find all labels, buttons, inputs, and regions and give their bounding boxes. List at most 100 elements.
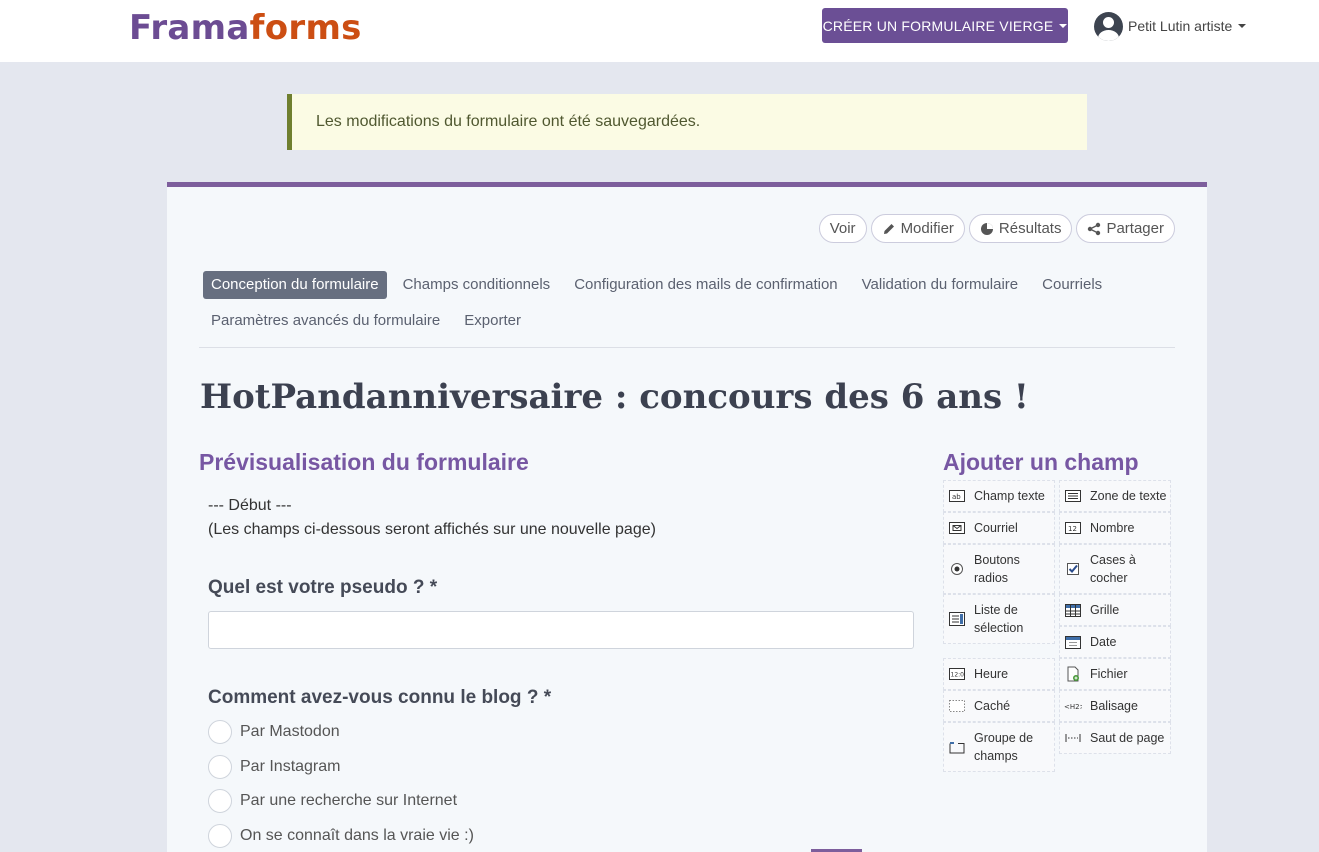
palette-select[interactable]: Liste de sélection <box>943 594 1055 644</box>
logo-part-frama: Frama <box>129 8 250 48</box>
question-source-label: Comment avez-vous connu le blog ? * <box>208 687 552 708</box>
fieldset-icon <box>948 740 966 754</box>
grid-icon <box>1064 603 1082 617</box>
edit-button[interactable]: Modifier <box>870 214 965 243</box>
palette-label: Liste de <box>974 603 1018 617</box>
palette-markup[interactable]: <H2> Balisage <box>1059 690 1171 722</box>
radio-circle-icon[interactable] <box>208 754 232 779</box>
svg-text:12:0: 12:0 <box>951 672 965 679</box>
palette-label: champs <box>974 749 1018 763</box>
tab-form-validation[interactable]: Validation du formulaire <box>854 271 1026 299</box>
tab-conditional-fields[interactable]: Champs conditionnels <box>395 271 559 299</box>
svg-text:ab: ab <box>952 493 961 501</box>
share-icon <box>1088 222 1101 235</box>
add-field-section-title: Ajouter un champ <box>943 449 1139 475</box>
palette-date[interactable]: Date <box>1059 626 1171 658</box>
palette-label: Cases à <box>1090 553 1136 567</box>
tab-advanced-settings[interactable]: Paramètres avancés du formulaire <box>203 307 448 335</box>
radio-option[interactable]: On se connaît dans la vraie vie :) <box>208 823 474 848</box>
radio-circle-icon[interactable] <box>208 720 232 744</box>
palette-textarea[interactable]: Zone de texte <box>1059 480 1171 512</box>
palette-label: cocher <box>1090 571 1128 585</box>
form-tabs: Conception du formulaire Champs conditio… <box>203 271 1173 343</box>
palette-grid[interactable]: Grille <box>1059 594 1171 626</box>
palette-hidden[interactable]: Caché <box>943 690 1055 722</box>
caret-down-icon <box>1238 24 1247 28</box>
select-list-icon <box>948 612 966 626</box>
radio-option-label: Par une recherche sur Internet <box>240 792 458 809</box>
palette-label: Champ texte <box>974 489 1045 503</box>
radio-option-label: Par Mastodon <box>240 723 340 740</box>
palette-time[interactable]: 12:0 Heure <box>943 658 1055 690</box>
start-marker: --- Début --- <box>208 497 292 514</box>
view-button[interactable]: Voir <box>818 214 867 243</box>
palette-fieldset[interactable]: Groupe de champs <box>943 722 1055 772</box>
share-button[interactable]: Partager <box>1076 214 1175 243</box>
radio-circle-icon[interactable] <box>208 789 232 813</box>
status-message-text: Les modifications du formulaire ont été … <box>316 113 701 130</box>
question-pseudo-label: Quel est votre pseudo ? * <box>208 577 438 598</box>
radio-option[interactable]: Par une recherche sur Internet <box>208 789 474 813</box>
palette-label: Boutons <box>974 553 1020 567</box>
palette-label: Saut de page <box>1090 731 1165 745</box>
pencil-icon <box>883 223 894 234</box>
hidden-icon <box>948 699 966 713</box>
tab-export[interactable]: Exporter <box>456 307 529 335</box>
palette-label: Date <box>1090 635 1117 649</box>
palette-textfield[interactable]: ab Champ texte <box>943 480 1055 512</box>
text-field-icon: ab <box>948 489 966 503</box>
palette-label: sélection <box>974 621 1024 635</box>
main-panel: Voir Modifier Résultats Partager Concept… <box>167 182 1207 852</box>
view-label: Voir <box>829 220 856 237</box>
palette-number[interactable]: 12 Nombre <box>1059 512 1171 544</box>
tabs-divider <box>199 347 1175 348</box>
palette-checkboxes[interactable]: Cases à cocher <box>1059 544 1171 594</box>
svg-text:12: 12 <box>1068 525 1077 533</box>
clock-icon: 12:0 <box>948 667 966 681</box>
palette-label: radios <box>974 571 1009 585</box>
calendar-icon <box>1064 635 1082 649</box>
preview-section-title: Prévisualisation du formulaire <box>199 449 529 475</box>
palette-pagebreak[interactable]: Saut de page <box>1059 722 1171 754</box>
tab-confirmation-mails[interactable]: Configuration des mails de confirmation <box>566 271 845 299</box>
checkbox-icon <box>1064 562 1082 576</box>
markup-icon: <H2> <box>1064 699 1082 713</box>
radio-option[interactable]: Par Instagram <box>208 754 474 779</box>
palette-label: Groupe de <box>974 731 1034 745</box>
tab-form-design[interactable]: Conception du formulaire <box>203 271 387 299</box>
textarea-icon <box>1064 489 1082 503</box>
radio-option-label: On se connaît dans la vraie vie :) <box>240 826 474 844</box>
new-page-notice: (Les champs ci-dessous seront affichés s… <box>208 521 656 538</box>
source-radio-group: Par Mastodon Par Instagram Par une reche… <box>208 720 474 852</box>
page-title: HotPandanniversaire : concours des 6 ans… <box>200 377 1029 417</box>
form-actions: Voir Modifier Résultats Partager <box>818 214 1175 243</box>
radio-circle-icon[interactable] <box>208 823 232 848</box>
radio-icon <box>948 562 966 576</box>
palette-email[interactable]: Courriel <box>943 512 1055 544</box>
tab-emails[interactable]: Courriels <box>1034 271 1110 299</box>
caret-down-icon <box>1059 23 1068 28</box>
pie-chart-icon <box>980 222 993 235</box>
palette-radios[interactable]: Boutons radios <box>943 544 1055 594</box>
results-label: Résultats <box>998 220 1062 237</box>
page-break-icon <box>1064 731 1082 745</box>
svg-text:<H2>: <H2> <box>1064 703 1082 711</box>
share-label: Partager <box>1106 220 1164 237</box>
edit-label: Modifier <box>900 220 954 237</box>
palette-file[interactable]: Fichier <box>1059 658 1171 690</box>
create-blank-form-button[interactable]: CRÉER UN FORMULAIRE VIERGE <box>822 8 1068 43</box>
logo-part-forms: forms <box>249 8 362 48</box>
top-bar: Framaforms CRÉER UN FORMULAIRE VIERGE Pe… <box>0 0 1319 62</box>
email-icon <box>948 521 966 535</box>
palette-label: Grille <box>1090 603 1120 617</box>
palette-label: Caché <box>974 699 1011 713</box>
palette-label: Nombre <box>1090 521 1135 535</box>
user-menu[interactable]: Petit Lutin artiste <box>1094 11 1247 41</box>
palette-label: Fichier <box>1090 667 1128 681</box>
radio-option[interactable]: Par Mastodon <box>208 720 474 744</box>
palette-label: Zone de texte <box>1090 489 1167 503</box>
logo[interactable]: Framaforms <box>129 8 362 48</box>
create-blank-form-label: CRÉER UN FORMULAIRE VIERGE <box>822 17 1054 34</box>
results-button[interactable]: Résultats <box>968 214 1073 243</box>
pseudo-input[interactable] <box>208 611 914 649</box>
